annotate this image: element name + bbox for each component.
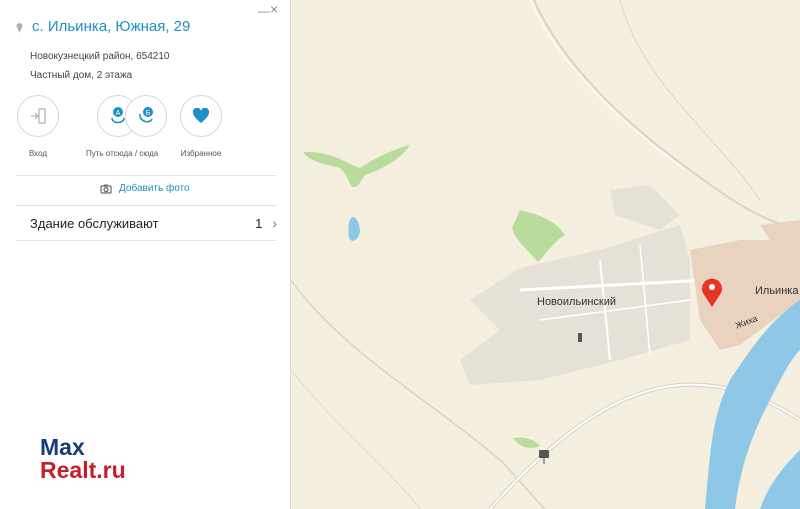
map-label-novoilinsky: Новоильинский (537, 296, 617, 308)
camera-icon (100, 184, 112, 194)
route-to-circle[interactable]: Б (125, 95, 167, 137)
minimize-button[interactable]: — (258, 4, 270, 18)
map-label-ilinka: Ильинка (755, 285, 799, 297)
address-title: с. Ильинка, Южная, 29 (32, 18, 191, 35)
watermark-line1: Max (40, 434, 85, 460)
add-photo-link[interactable]: Добавить фото (100, 183, 190, 194)
route-label: Путь отсюда / сюда (86, 149, 159, 158)
building-type: Частный дом, 2 этажа (30, 70, 133, 81)
district-postcode: Новокузнецкий район, 654210 (30, 51, 170, 62)
building-service-row[interactable]: Здание обслуживают 1 › (16, 206, 277, 240)
heart-icon (192, 108, 210, 123)
divider (16, 240, 277, 241)
object-card-panel: с. Ильинка, Южная, 29 — × Новокузнецкий … (0, 0, 291, 509)
svg-text:Б: Б (146, 110, 151, 117)
chevron-right-icon: › (272, 215, 277, 231)
building-service-label: Здание обслуживают (30, 215, 159, 231)
watermark-logo: Max Realt.ru (40, 436, 126, 482)
title-row: с. Ильинка, Южная, 29 (16, 18, 190, 35)
entrance-button[interactable]: Вход (6, 95, 70, 158)
divider (16, 175, 277, 176)
entrance-label: Вход (28, 149, 48, 158)
route-to-icon: Б (139, 107, 153, 123)
add-photo-label[interactable]: Добавить фото (119, 183, 190, 194)
favorites-button[interactable]: Избранное (169, 95, 233, 158)
close-button[interactable]: × (270, 1, 278, 17)
watermark-line2: Realt.ru (40, 457, 126, 483)
monument-icon[interactable] (578, 333, 582, 342)
entrance-icon (31, 108, 46, 124)
pin-icon (16, 22, 23, 33)
building-service-count: 1 (255, 215, 263, 231)
favorites-circle[interactable] (180, 95, 222, 137)
favorites-label: Избранное (180, 149, 222, 158)
entrance-circle[interactable] (17, 95, 59, 137)
